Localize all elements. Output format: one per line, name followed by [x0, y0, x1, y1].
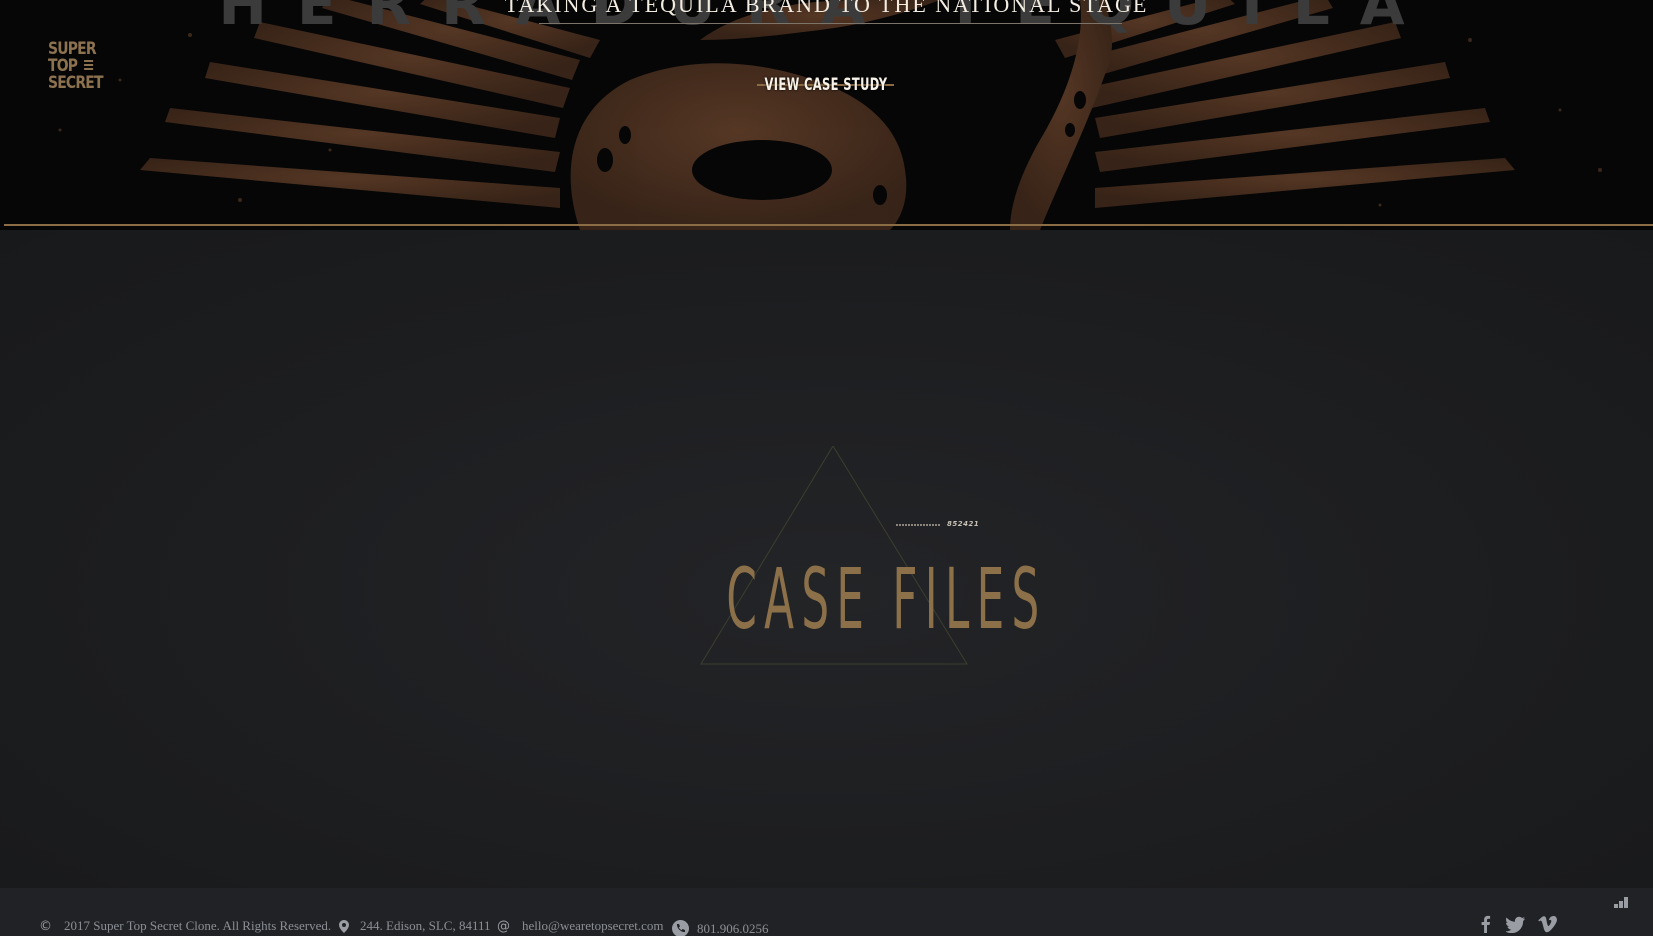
- hamburger-menu-icon[interactable]: [83, 60, 93, 70]
- bar-chart-icon[interactable]: [1614, 896, 1628, 908]
- case-files-emblem: 852421 CASE FILES: [640, 446, 1047, 686]
- footer-email[interactable]: @ hello@wearetopsecret.com: [497, 918, 664, 934]
- case-code: 852421: [947, 520, 980, 528]
- copyright-icon: ©: [39, 918, 52, 934]
- footer-address: 244. Edison, SLC, 84111: [339, 918, 491, 934]
- logo-line-secret: SECRET: [48, 73, 103, 93]
- at-icon: @: [497, 918, 510, 934]
- case-files-section: 852421 CASE FILES: [0, 230, 1653, 888]
- phone-icon: [672, 920, 689, 936]
- footer-email-link[interactable]: hello@wearetopsecret.com: [522, 918, 664, 934]
- view-case-study-label: VIEW CASE STUDY: [764, 75, 887, 95]
- hero-divider: [4, 224, 1653, 226]
- view-case-study-button[interactable]: VIEW CASE STUDY: [757, 68, 894, 102]
- case-files-title: CASE FILES: [726, 550, 1047, 648]
- site-logo[interactable]: SUPER TOP SECRET: [48, 41, 105, 97]
- twitter-icon[interactable]: [1506, 915, 1526, 933]
- case-code-dots: [896, 524, 940, 526]
- hero-tagline: TAKING A TEQUILA BRAND TO THE NATIONAL S…: [504, 0, 1149, 17]
- map-pin-icon: [339, 919, 349, 933]
- tagline-underline: [539, 23, 1122, 24]
- footer-phone-text[interactable]: 801.906.0256: [697, 921, 769, 936]
- footer-address-text: 244. Edison, SLC, 84111: [360, 918, 491, 933]
- footer-copyright-text: 2017 Super Top Secret Clone. All Rights …: [64, 918, 332, 933]
- footer-copyright: © 2017 Super Top Secret Clone. All Right…: [39, 918, 331, 934]
- site-footer: © 2017 Super Top Secret Clone. All Right…: [0, 888, 1653, 936]
- footer-phone[interactable]: 801.906.0256: [672, 920, 769, 936]
- hero-banner: HERRADURA TEQUILA TAKING A TEQUILA BRAND…: [0, 0, 1653, 230]
- facebook-icon[interactable]: [1476, 915, 1496, 933]
- vimeo-icon[interactable]: [1538, 915, 1558, 933]
